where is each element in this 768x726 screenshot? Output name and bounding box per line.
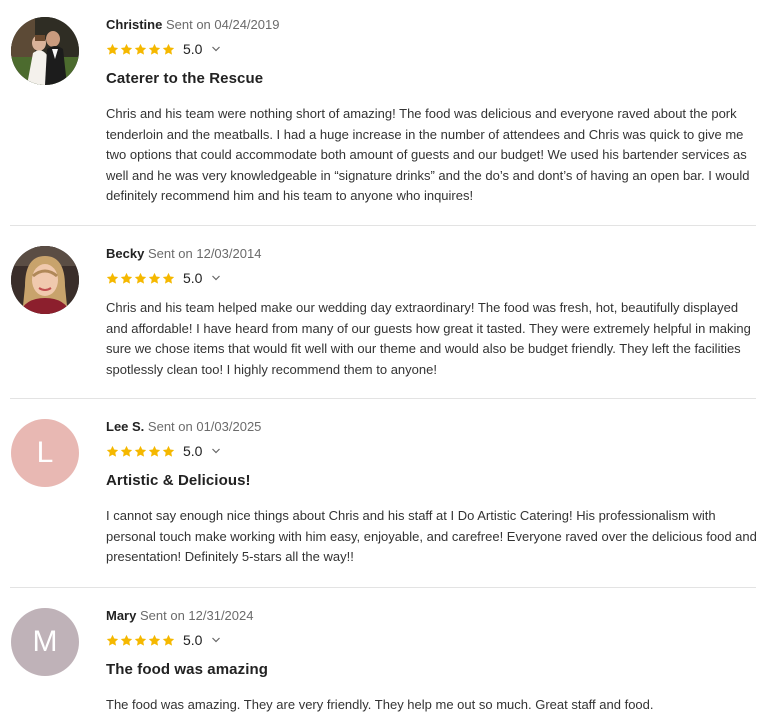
rating-score: 5.0 — [183, 270, 203, 286]
star-icon — [120, 43, 133, 55]
review-date: Sent on 12/31/2024 — [139, 608, 254, 623]
avatar[interactable] — [11, 246, 79, 314]
review-card: Christine Sent on 04/24/2019 5.0 Caterer… — [10, 17, 756, 212]
star-icon — [106, 43, 119, 55]
review-meta: Mary Sent on 12/31/2024 — [106, 608, 253, 624]
reviewer-name: Mary — [106, 608, 137, 623]
review-body: Chris and his team were nothing short of… — [106, 106, 750, 203]
rating-score: 5.0 — [183, 443, 203, 459]
review-meta: Becky Sent on 12/03/2014 — [106, 246, 261, 262]
review-body: The food was amazing. They are very frie… — [106, 697, 654, 712]
rating-row[interactable]: 5.0 — [106, 632, 221, 648]
reviewer-name: Christine — [106, 17, 163, 32]
star-icon — [162, 272, 175, 284]
chevron-down-icon[interactable] — [211, 446, 221, 456]
avatar-initial: L — [36, 436, 54, 469]
avatar[interactable] — [11, 17, 79, 85]
rating-row[interactable]: 5.0 — [106, 443, 221, 459]
divider — [10, 225, 756, 226]
star-icon — [134, 272, 147, 284]
divider — [10, 587, 756, 588]
star-rating — [106, 445, 175, 458]
reviewer-name: Becky — [106, 246, 145, 261]
rating-row[interactable]: 5.0 — [106, 41, 221, 57]
chevron-down-icon[interactable] — [211, 635, 221, 645]
review-meta: Christine Sent on 04/24/2019 — [106, 17, 279, 33]
review-date: Sent on 12/03/2014 — [147, 246, 262, 261]
divider — [10, 398, 756, 399]
avatar[interactable]: M — [11, 608, 79, 676]
review-body: Chris and his team helped make our weddi… — [106, 300, 751, 377]
star-icon — [148, 43, 161, 55]
star-icon — [148, 634, 161, 646]
review-list: Christine Sent on 04/24/2019 5.0 Caterer… — [0, 0, 768, 726]
review-meta: Lee S. Sent on 01/03/2025 — [106, 419, 261, 435]
star-icon — [134, 445, 147, 457]
star-icon — [120, 272, 133, 284]
rating-score: 5.0 — [183, 41, 203, 57]
review-title: Artistic & Delicious! — [106, 472, 251, 489]
star-rating — [106, 634, 175, 647]
review-card: M Mary Sent on 12/31/2024 5.0 The food w… — [10, 608, 756, 718]
chevron-down-icon[interactable] — [211, 273, 221, 283]
review-date: Sent on 04/24/2019 — [165, 17, 280, 32]
avatar-initial: M — [32, 625, 58, 658]
review-card: Becky Sent on 12/03/2014 5.0 Chris and h… — [10, 246, 756, 386]
star-icon — [120, 445, 133, 457]
rating-row[interactable]: 5.0 — [106, 270, 221, 286]
star-icon — [106, 445, 119, 457]
star-rating — [106, 43, 175, 56]
avatar-photo — [11, 246, 79, 314]
star-icon — [106, 272, 119, 284]
review-title: The food was amazing — [106, 661, 269, 678]
star-rating — [106, 272, 175, 285]
star-icon — [106, 634, 119, 646]
star-icon — [120, 634, 133, 646]
review-body: I cannot say enough nice things about Ch… — [106, 508, 757, 564]
rating-score: 5.0 — [183, 632, 203, 648]
chevron-down-icon[interactable] — [211, 44, 221, 54]
star-icon — [148, 272, 161, 284]
star-icon — [162, 634, 175, 646]
review-date: Sent on 01/03/2025 — [147, 419, 262, 434]
avatar-photo — [11, 17, 79, 85]
star-icon — [162, 445, 175, 457]
star-icon — [134, 634, 147, 646]
review-title: Caterer to the Rescue — [106, 70, 264, 87]
review-card: L Lee S. Sent on 01/03/2025 5.0 Artistic… — [10, 419, 757, 569]
star-icon — [134, 43, 147, 55]
reviewer-name: Lee S. — [106, 419, 145, 434]
avatar[interactable]: L — [11, 419, 79, 487]
star-icon — [148, 445, 161, 457]
star-icon — [162, 43, 175, 55]
